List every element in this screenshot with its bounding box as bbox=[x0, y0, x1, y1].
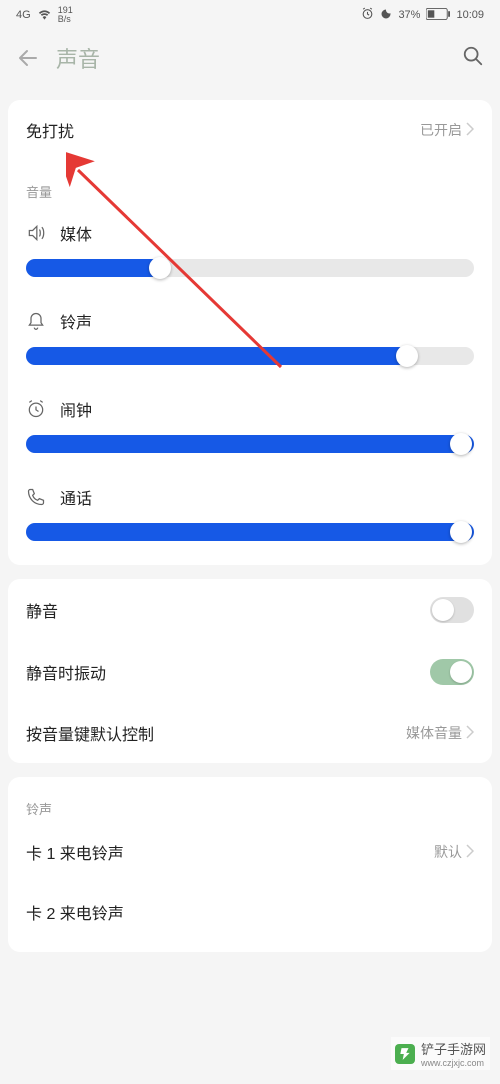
alarm-icon bbox=[26, 399, 46, 419]
dnd-value: 已开启 bbox=[420, 120, 474, 140]
mute-label: 静音 bbox=[26, 598, 58, 622]
chevron-right-icon bbox=[466, 122, 474, 139]
toggles-card: 静音 静音时振动 按音量键默认控制 媒体音量 bbox=[8, 579, 492, 763]
chevron-right-icon bbox=[466, 844, 474, 861]
status-left: 4G 191 B/s bbox=[16, 6, 73, 24]
slider-label: 媒体 bbox=[60, 221, 92, 245]
status-bar: 4G 191 B/s 37% 10:09 bbox=[0, 0, 500, 30]
back-button[interactable] bbox=[16, 46, 40, 70]
clock-time: 10:09 bbox=[456, 9, 484, 21]
battery-icon bbox=[426, 8, 450, 23]
chevron-right-icon bbox=[466, 725, 474, 742]
mute-row[interactable]: 静音 bbox=[8, 579, 492, 641]
slider-label: 闹钟 bbox=[60, 397, 92, 421]
volkey-value: 媒体音量 bbox=[406, 723, 474, 743]
bell-icon bbox=[26, 311, 46, 331]
alarm-slider[interactable] bbox=[26, 435, 474, 453]
alarm-status-icon bbox=[361, 7, 374, 23]
media-slider[interactable] bbox=[26, 259, 474, 277]
volume-icon bbox=[26, 223, 46, 243]
slider-label: 铃声 bbox=[60, 309, 92, 333]
vibrate-toggle[interactable] bbox=[430, 659, 474, 685]
slider-ringtone: 铃声 bbox=[8, 293, 492, 381]
ringtone-section-title: 铃声 bbox=[8, 777, 492, 822]
sim2-ringtone-row[interactable]: 卡 2 来电铃声 bbox=[8, 882, 492, 942]
ringtone-slider[interactable] bbox=[26, 347, 474, 365]
sim1-ringtone-row[interactable]: 卡 1 来电铃声 默认 bbox=[8, 822, 492, 882]
phone-icon bbox=[26, 487, 46, 507]
battery-pct: 37% bbox=[398, 9, 420, 21]
search-button[interactable] bbox=[462, 45, 484, 72]
network-speed: 191 B/s bbox=[58, 6, 73, 24]
network-type: 4G bbox=[16, 9, 31, 21]
sim1-label: 卡 1 来电铃声 bbox=[26, 840, 124, 864]
moon-icon bbox=[380, 8, 392, 23]
header-bar: 声音 bbox=[0, 30, 500, 86]
page-title: 声音 bbox=[56, 42, 100, 74]
ringtone-card: 铃声 卡 1 来电铃声 默认 卡 2 来电铃声 bbox=[8, 777, 492, 952]
dnd-label: 免打扰 bbox=[26, 118, 74, 142]
call-slider[interactable] bbox=[26, 523, 474, 541]
slider-label: 通话 bbox=[60, 485, 92, 509]
watermark-logo-icon bbox=[395, 1044, 415, 1064]
volume-section-title: 音量 bbox=[8, 160, 492, 205]
slider-alarm: 闹钟 bbox=[8, 381, 492, 469]
slider-call: 通话 bbox=[8, 469, 492, 565]
status-right: 37% 10:09 bbox=[361, 7, 484, 23]
sim1-value: 默认 bbox=[434, 842, 474, 862]
mute-toggle[interactable] bbox=[430, 597, 474, 623]
watermark-url: www.czjxjc.com bbox=[421, 1058, 486, 1068]
vibrate-row[interactable]: 静音时振动 bbox=[8, 641, 492, 703]
volkey-label: 按音量键默认控制 bbox=[26, 721, 154, 745]
slider-media: 媒体 bbox=[8, 205, 492, 293]
dnd-card: 免打扰 已开启 音量 媒体 bbox=[8, 100, 492, 565]
vibrate-label: 静音时振动 bbox=[26, 660, 106, 684]
watermark: 铲子手游网 www.czjxjc.com bbox=[391, 1037, 490, 1070]
wifi-icon bbox=[37, 8, 52, 23]
dnd-row[interactable]: 免打扰 已开启 bbox=[8, 100, 492, 160]
watermark-name: 铲子手游网 bbox=[421, 1039, 486, 1058]
volkey-row[interactable]: 按音量键默认控制 媒体音量 bbox=[8, 703, 492, 763]
sim2-label: 卡 2 来电铃声 bbox=[26, 900, 124, 924]
